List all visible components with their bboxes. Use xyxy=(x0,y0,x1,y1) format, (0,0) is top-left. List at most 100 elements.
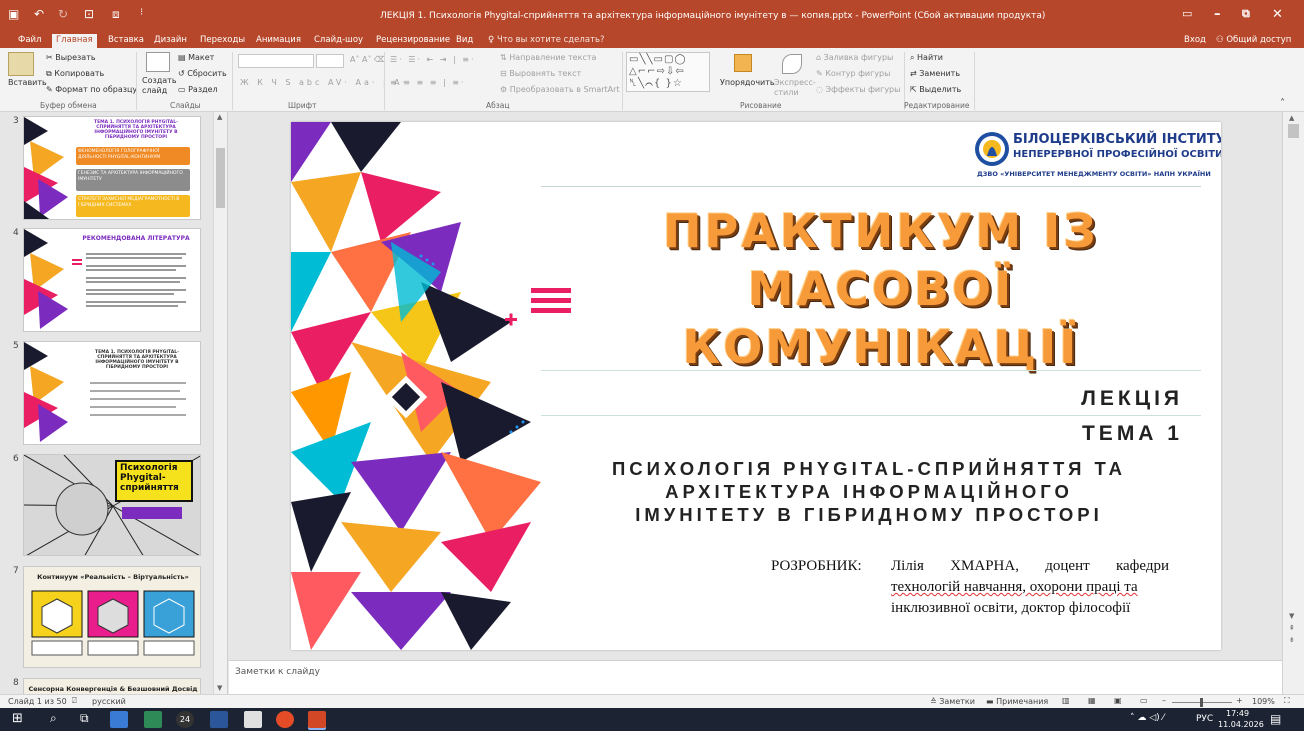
thumbnail-slide-8[interactable]: Сенсорна Конвергенція & Безшовний Досвід xyxy=(23,678,201,694)
tab-design[interactable]: Дизайн xyxy=(150,34,191,48)
cut-button[interactable]: ✂ Вырезать xyxy=(46,53,96,62)
slide-thumbnails-pane[interactable]: 3 ТЕМА 1. ПСИХОЛОГІЯ PHYGITAL-СПРИЙНЯТТЯ… xyxy=(0,112,228,694)
thumbnail-slide-5[interactable]: ТЕМА 1. ПСИХОЛОГІЯ PHYGITAL-СПРИЙНЯТТЯ Т… xyxy=(23,341,201,445)
shapes-gallery[interactable]: ▭╲╲▭▢◯ △⌐⌐⇨⇩⇦ ␤╲⌒{ }☆ xyxy=(626,52,710,92)
paste-button[interactable]: Вставить xyxy=(8,78,47,87)
task-view-icon[interactable]: ⧉ xyxy=(80,711,89,726)
counter-badge-icon[interactable]: 24 xyxy=(176,711,194,728)
font-size-field[interactable] xyxy=(316,54,344,68)
align-text-button[interactable]: ⊟ Выровнять текст xyxy=(500,69,581,78)
align-buttons[interactable]: ≡ ≡ ≡ ≡ | ≡· xyxy=(390,78,465,87)
search-icon[interactable]: ⌕ xyxy=(50,711,57,726)
slide-sorter-icon[interactable]: ▦ xyxy=(1088,696,1096,705)
tab-insert[interactable]: Вставка xyxy=(104,34,148,48)
customize-quick-access-icon[interactable]: ⁝ xyxy=(140,7,143,18)
tab-slideshow[interactable]: Слайд-шоу xyxy=(310,34,367,48)
tab-transitions[interactable]: Переходы xyxy=(196,34,249,48)
scroll-down-icon[interactable]: ▼ xyxy=(217,684,222,692)
slide-canvas[interactable]: БІЛОЦЕРКІВСЬКИЙ ІНСТИТУТ НЕПЕРЕРВНОЇ ПРО… xyxy=(291,122,1221,650)
scroll-thumb[interactable] xyxy=(1288,124,1299,138)
format-painter-button[interactable]: ✎ Формат по образцу xyxy=(46,85,137,94)
normal-view-icon[interactable]: ▥ xyxy=(1062,696,1070,705)
arrange-icon[interactable] xyxy=(734,54,752,72)
scroll-thumb[interactable] xyxy=(216,148,225,208)
collapse-ribbon-icon[interactable]: ˄ xyxy=(1280,98,1285,109)
reset-button[interactable]: ↺ Сбросить xyxy=(178,69,227,78)
word-icon[interactable] xyxy=(210,711,228,728)
shape-effects-button[interactable]: ◌ Эффекты фигуры xyxy=(816,85,900,94)
scroll-down-icon[interactable]: ▼ xyxy=(1289,612,1294,620)
scroll-up-icon[interactable]: ▲ xyxy=(1289,114,1294,122)
previous-slide-icon[interactable]: ⇞ xyxy=(1289,624,1295,632)
document-icon[interactable] xyxy=(244,711,262,728)
paste-icon[interactable] xyxy=(8,52,34,76)
share-button[interactable]: ⚇ Общий доступ xyxy=(1212,34,1295,48)
tab-review[interactable]: Рецензирование xyxy=(372,34,454,48)
undo-icon[interactable]: ↶ xyxy=(34,7,44,21)
tell-me-box[interactable]: ♀ Что вы хотите сделать? xyxy=(484,34,609,48)
list-buttons[interactable]: ☰· ☰· ⇤ ⇥ | ≡· xyxy=(390,55,476,64)
language-indicator[interactable]: русский xyxy=(92,697,126,706)
input-language[interactable]: РУС xyxy=(1196,714,1213,724)
notifications-icon[interactable]: ▤ xyxy=(1270,712,1281,726)
close-icon[interactable]: ✕ xyxy=(1272,7,1283,22)
photos-icon[interactable] xyxy=(144,711,162,728)
new-slide-icon[interactable] xyxy=(146,52,170,72)
replace-button[interactable]: ⇄ Заменить xyxy=(910,69,960,78)
fit-to-window-icon[interactable]: ⛶ xyxy=(1284,696,1290,706)
minimize-icon[interactable]: – xyxy=(1214,7,1221,22)
notes-pane[interactable]: Заметки к слайду xyxy=(229,660,1282,694)
thumbnail-slide-7[interactable]: Континуум «Реальність – Віртуальність» xyxy=(23,566,201,668)
section-button[interactable]: ▭ Раздел xyxy=(178,85,218,94)
powerpoint-icon[interactable] xyxy=(308,711,326,728)
ribbon-display-options-icon[interactable]: ▭ xyxy=(1182,7,1192,20)
reading-view-icon[interactable]: ▣ xyxy=(1114,696,1122,705)
scroll-up-icon[interactable]: ▲ xyxy=(217,113,222,121)
copy-button[interactable]: ⧉ Копировать xyxy=(46,69,104,79)
smartart-button[interactable]: ⚙ Преобразовать в SmartArt xyxy=(500,85,620,94)
zoom-slider-thumb[interactable] xyxy=(1200,698,1203,707)
slideshow-start-icon[interactable]: ⊡ xyxy=(84,7,94,21)
windows-start-icon[interactable]: ⊞ xyxy=(12,711,23,726)
present-icon[interactable]: ⧈ xyxy=(112,7,120,22)
text-direction-button[interactable]: ⇅ Направление текста xyxy=(500,53,596,62)
thumbnail-scrollbar[interactable]: ▲ ▼ xyxy=(213,112,227,694)
zoom-in-icon[interactable]: + xyxy=(1236,696,1243,705)
comments-toggle[interactable]: ▬ Примечания xyxy=(986,697,1048,706)
notes-toggle[interactable]: ≙ Заметки xyxy=(930,697,975,706)
tray-icons[interactable]: ˄ ☁ ◁) ⁄ xyxy=(1130,713,1164,723)
signin-link[interactable]: Вход xyxy=(1180,34,1210,48)
tab-animations[interactable]: Анимация xyxy=(252,34,305,48)
shape-fill-button[interactable]: ⌂ Заливка фигуры xyxy=(816,53,893,62)
slideshow-view-icon[interactable]: ▭ xyxy=(1140,696,1148,705)
zoom-level[interactable]: 109% xyxy=(1252,697,1275,706)
browser-icon[interactable] xyxy=(276,711,294,728)
quick-styles-icon[interactable] xyxy=(782,54,802,74)
next-slide-icon[interactable]: ⇟ xyxy=(1289,636,1295,644)
slide-scrollbar[interactable]: ▲ ▼ ⇞ ⇟ xyxy=(1282,112,1304,694)
redo-icon[interactable]: ↻ xyxy=(58,7,68,21)
zoom-out-icon[interactable]: – xyxy=(1162,696,1166,705)
thumbnail-slide-3[interactable]: ТЕМА 1. ПСИХОЛОГІЯ PHYGITAL-СПРИЙНЯТТЯ Т… xyxy=(23,116,201,220)
arrange-button[interactable]: Упорядочить xyxy=(720,78,775,87)
select-button[interactable]: ⇱ Выделить xyxy=(910,85,961,94)
thumbnail-slide-6[interactable]: Психологія Phygital-сприйняття xyxy=(23,454,201,556)
clock-time[interactable]: 17:49 xyxy=(1226,709,1249,718)
thumbnail-slide-4[interactable]: РЕКОМЕНДОВАНА ЛІТЕРАТУРА xyxy=(23,228,201,332)
explorer-icon[interactable] xyxy=(110,711,128,728)
clock-date[interactable]: 11.04.2026 xyxy=(1218,720,1264,729)
tab-file[interactable]: Файл xyxy=(14,34,45,48)
font-format-buttons[interactable]: Ж К Ч S abc AV· Aa· | A· xyxy=(240,78,408,87)
maximize-icon[interactable]: ⧉ xyxy=(1242,7,1250,21)
font-grow-icon[interactable]: A˄ A˅ ⌫ xyxy=(350,55,385,64)
spelling-icon[interactable]: ⍁ xyxy=(72,696,77,706)
find-button[interactable]: ⌕ Найти xyxy=(910,53,943,63)
save-icon[interactable]: ▣ xyxy=(8,7,19,21)
new-slide-button[interactable]: Создать слайд xyxy=(142,76,178,96)
quick-styles-button[interactable]: Экспресс-стили xyxy=(774,78,816,98)
tab-home[interactable]: Главная xyxy=(52,34,97,48)
shape-outline-button[interactable]: ✎ Контур фигуры xyxy=(816,69,890,78)
tab-view[interactable]: Вид xyxy=(452,34,477,48)
layout-button[interactable]: ▤ Макет xyxy=(178,53,214,62)
font-name-field[interactable] xyxy=(238,54,314,68)
